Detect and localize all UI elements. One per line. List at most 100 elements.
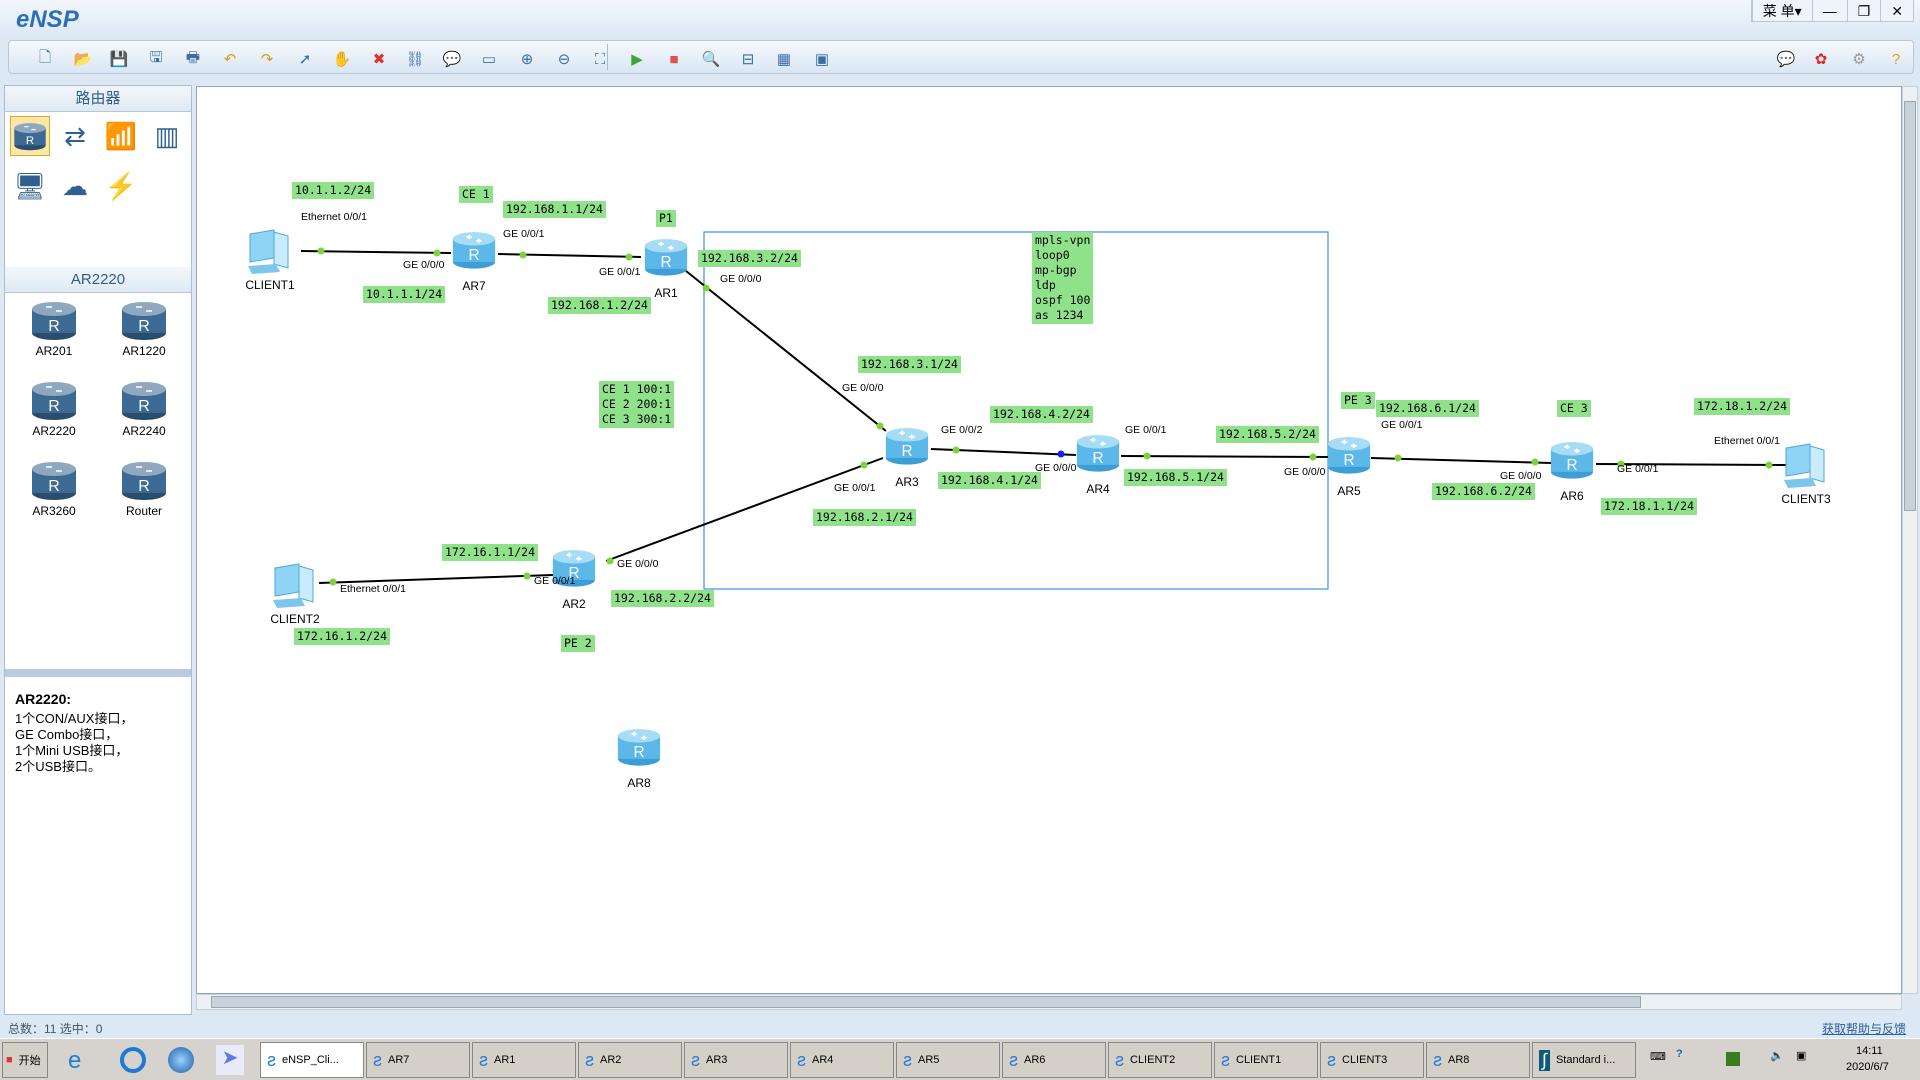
- globe-icon[interactable]: [168, 1047, 194, 1073]
- device-ar4[interactable]: R: [1074, 432, 1122, 476]
- network-icon[interactable]: ▣: [1796, 1049, 1806, 1062]
- device-ar3[interactable]: R: [883, 425, 931, 469]
- text-note[interactable]: PE 3: [1341, 392, 1375, 409]
- category-link-connector-icon[interactable]: ⚡: [101, 166, 141, 206]
- taskbar-item-client3[interactable]: ƨ CLIENT3: [1320, 1042, 1424, 1078]
- text-note[interactable]: PE 2: [561, 635, 595, 652]
- text-note[interactable]: 172.16.1.1/24: [442, 544, 539, 561]
- text-note[interactable]: 10.1.1.1/24: [363, 286, 446, 303]
- redo-icon[interactable]: ↷: [256, 48, 278, 70]
- taskbar-item-ensp-cli[interactable]: ƨ eNSP_Cli...: [260, 1042, 364, 1078]
- pan-hand-icon[interactable]: ✋: [331, 48, 353, 70]
- taskbar-item-ar8[interactable]: ƨ AR8: [1426, 1042, 1530, 1078]
- horizontal-scrollbar[interactable]: [196, 994, 1902, 1010]
- text-note[interactable]: 172.18.1.1/24: [1601, 498, 1698, 515]
- close-button[interactable]: ✕: [1880, 0, 1913, 21]
- keyboard-icon[interactable]: ⌨: [1650, 1050, 1666, 1063]
- text-note[interactable]: 10.1.1.2/24: [292, 182, 375, 199]
- text-note[interactable]: CE 1 100:1 CE 2 200:1 CE 3 300:1: [599, 381, 675, 428]
- device-ar7[interactable]: R: [450, 229, 498, 273]
- text-note[interactable]: 192.168.3.2/24: [698, 250, 801, 267]
- nvidia-icon[interactable]: [1726, 1052, 1740, 1066]
- model-ar3260[interactable]: R AR3260: [14, 459, 94, 518]
- device-client1[interactable]: [246, 228, 294, 274]
- text-note[interactable]: mpls-vpn loop0 mp-bgp ldp ospf 100 as 12…: [1032, 232, 1094, 324]
- help-icon[interactable]: ?: [1885, 48, 1907, 70]
- help-tray-icon[interactable]: ?: [1676, 1048, 1683, 1060]
- model-router[interactable]: R Router: [104, 459, 184, 518]
- category-router-icon[interactable]: R: [10, 116, 50, 156]
- stop-device-icon[interactable]: ■: [663, 48, 685, 70]
- capture-packets-icon[interactable]: 🔍: [700, 48, 722, 70]
- text-note[interactable]: CE 1: [459, 186, 493, 203]
- feather-app-icon[interactable]: ➤: [216, 1045, 244, 1075]
- console-window-icon[interactable]: ▣: [811, 48, 833, 70]
- text-note[interactable]: 192.168.3.1/24: [858, 356, 961, 373]
- undo-icon[interactable]: ↶: [219, 48, 241, 70]
- taskbar-item-ar6[interactable]: ƨ AR6: [1002, 1042, 1106, 1078]
- taskbar-item-client2[interactable]: ƨ CLIENT2: [1108, 1042, 1212, 1078]
- settings-gear-icon[interactable]: ⚙: [1848, 48, 1870, 70]
- text-note[interactable]: CE 3: [1557, 400, 1591, 417]
- taskbar-item-ar2[interactable]: ƨ AR2: [578, 1042, 682, 1078]
- huawei-logo-icon[interactable]: ✿: [1810, 48, 1832, 70]
- text-note[interactable]: 192.168.1.2/24: [548, 297, 651, 314]
- text-note[interactable]: 192.168.6.2/24: [1432, 483, 1535, 500]
- model-ar2220[interactable]: R AR2220: [14, 379, 94, 438]
- text-note[interactable]: 192.168.2.2/24: [611, 590, 714, 607]
- save-as-icon[interactable]: 🖫: [145, 48, 167, 70]
- link-ar7-ar1[interactable]: [497, 253, 642, 258]
- delete-icon[interactable]: ✖: [368, 48, 390, 70]
- minimize-button[interactable]: —: [1811, 0, 1847, 21]
- text-annotation-icon[interactable]: 💬: [441, 48, 463, 70]
- model-ar1220[interactable]: R AR1220: [104, 299, 184, 358]
- device-ar1[interactable]: R: [642, 236, 690, 280]
- help-feedback-link[interactable]: 获取帮助与反馈: [1822, 1020, 1906, 1037]
- model-ar2240[interactable]: R AR2240: [104, 379, 184, 438]
- start-device-icon[interactable]: ▶: [626, 48, 648, 70]
- link-client2-ar2[interactable]: [318, 574, 554, 584]
- text-note[interactable]: 172.16.1.2/24: [294, 628, 391, 645]
- category-wireless-icon[interactable]: 📶: [101, 116, 141, 156]
- device-ar8[interactable]: R: [615, 726, 663, 770]
- device-client3[interactable]: [1782, 442, 1830, 488]
- start-button[interactable]: ■ 开始: [2, 1042, 48, 1078]
- text-note[interactable]: 192.168.2.1/24: [813, 509, 916, 526]
- topology-grid-icon[interactable]: ▦: [773, 48, 795, 70]
- ie-icon[interactable]: e: [68, 1047, 81, 1075]
- open-file-icon[interactable]: 📂: [72, 48, 94, 70]
- device-ar6[interactable]: R: [1548, 439, 1596, 483]
- category-firewall-icon[interactable]: ▥: [147, 116, 187, 156]
- taskbar-item-standard-i[interactable]: ∫ Standard i...: [1532, 1042, 1636, 1078]
- taskbar-item-ar3[interactable]: ƨ AR3: [684, 1042, 788, 1078]
- new-topology-icon[interactable]: 🗋: [34, 48, 56, 70]
- text-note[interactable]: 192.168.1.1/24: [503, 201, 606, 218]
- category-pc-terminal-icon[interactable]: 🖥: [10, 166, 50, 206]
- category-switch-icon[interactable]: ⇄: [55, 116, 95, 156]
- taskbar-item-client1[interactable]: ƨ CLIENT1: [1214, 1042, 1318, 1078]
- print-icon[interactable]: 🖶: [182, 48, 204, 70]
- model-ar201[interactable]: R AR201: [14, 299, 94, 358]
- taskbar-item-ar1[interactable]: ƨ AR1: [472, 1042, 576, 1078]
- save-icon[interactable]: 💾: [108, 48, 130, 70]
- text-note[interactable]: P1: [656, 210, 676, 227]
- text-note[interactable]: 192.168.6.1/24: [1376, 400, 1479, 417]
- zoom-in-icon[interactable]: ⊕: [516, 48, 538, 70]
- text-note[interactable]: 172.18.1.2/24: [1694, 398, 1791, 415]
- vertical-scrollbar[interactable]: [1902, 86, 1918, 994]
- text-note[interactable]: 192.168.4.2/24: [990, 406, 1093, 423]
- restore-button[interactable]: ❐: [1846, 0, 1881, 21]
- link-ar1-ar3[interactable]: [685, 270, 887, 432]
- rectangle-shape-icon[interactable]: ▭: [478, 48, 500, 70]
- text-note[interactable]: 192.168.5.2/24: [1216, 426, 1319, 443]
- zoom-out-icon[interactable]: ⊖: [553, 48, 575, 70]
- menu-button[interactable]: 菜 单▾: [1751, 0, 1812, 21]
- feedback-chat-icon[interactable]: 💬: [1775, 48, 1797, 70]
- delete-all-links-icon[interactable]: ⛓: [404, 48, 426, 70]
- device-client2[interactable]: [271, 562, 319, 608]
- topology-canvas[interactable]: CLIENT1 R AR7 R AR1 R AR3 R AR4 R AR5 R AR6 CLIENT3 CL…: [196, 86, 1902, 994]
- text-note[interactable]: 192.168.4.1/24: [938, 472, 1041, 489]
- link-ar4-ar5[interactable]: [1120, 455, 1332, 458]
- volume-icon[interactable]: 🔈: [1770, 1049, 1784, 1062]
- taskbar-item-ar5[interactable]: ƨ AR5: [896, 1042, 1000, 1078]
